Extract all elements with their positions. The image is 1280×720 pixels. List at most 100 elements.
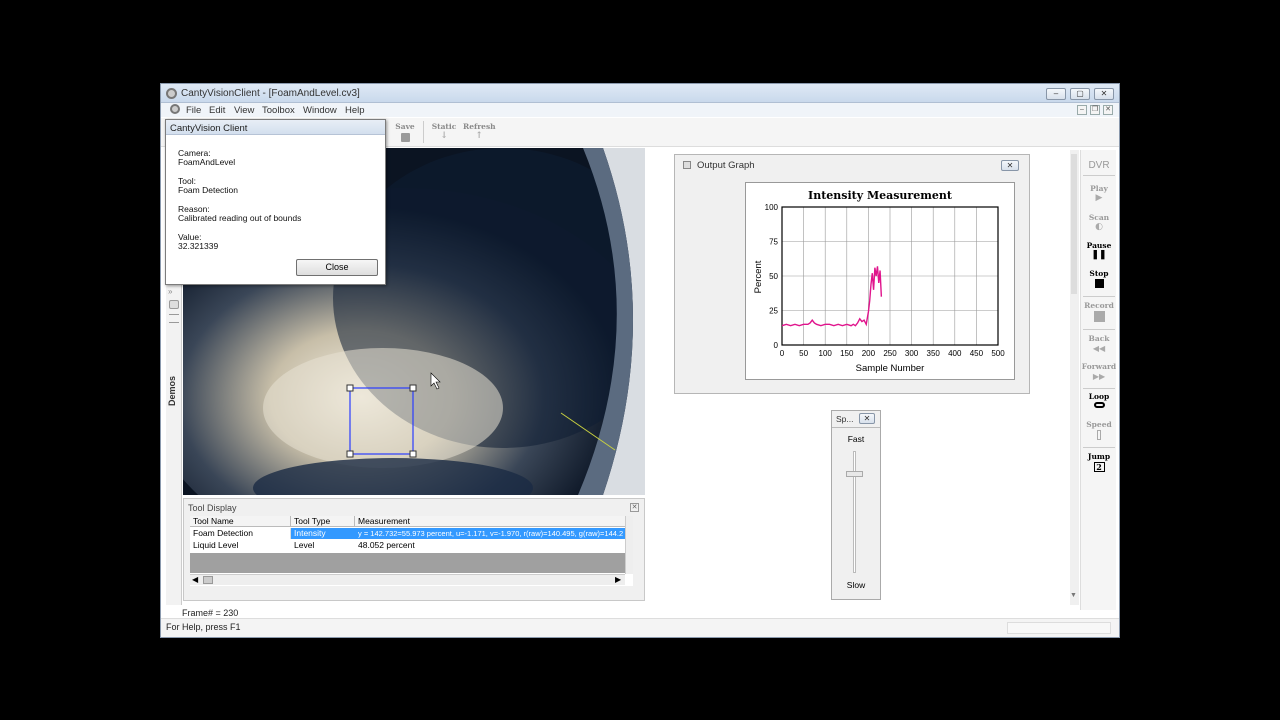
jump-label: Jump [1087, 452, 1111, 461]
pause-icon: ❚❚ [1091, 250, 1107, 260]
jump-button[interactable]: Jump 2 [1081, 452, 1117, 472]
close-icon[interactable]: ✕ [1094, 88, 1114, 100]
back-button[interactable]: Back ◀◀ [1081, 334, 1117, 353]
title-bar: CantyVisionClient - [FoamAndLevel.cv3] –… [161, 84, 1119, 103]
loop-label: Loop [1088, 392, 1110, 401]
scroll-right-icon[interactable]: ▶ [615, 575, 621, 584]
window-title: CantyVisionClient - [FoamAndLevel.cv3] [181, 88, 360, 99]
scan-button[interactable]: Scan ◐ [1081, 213, 1117, 232]
series-line [781, 266, 883, 327]
stop-icon [1094, 279, 1104, 288]
output-graph-title: Output Graph [697, 160, 755, 171]
stop-button[interactable]: Stop [1081, 269, 1117, 288]
grid-vscroll[interactable] [625, 516, 633, 574]
scroll-left-icon[interactable]: ◀ [192, 575, 198, 584]
speed-title: Sp... [836, 414, 854, 424]
tool-value: Foam Detection [178, 185, 238, 195]
scroll-thumb[interactable] [203, 576, 213, 584]
play-icon: ▶ [1095, 193, 1103, 203]
minimize-icon[interactable]: – [1046, 88, 1066, 100]
jump-value: 2 [1093, 462, 1105, 472]
play-button[interactable]: Play ▶ [1081, 184, 1117, 203]
x-tick-label: 50 [799, 349, 808, 358]
scan-icon: ◐ [1095, 222, 1103, 232]
menu-window[interactable]: Window [303, 105, 337, 116]
app-icon [166, 88, 177, 99]
x-tick-label: 300 [905, 349, 919, 358]
speed-close-icon[interactable]: ✕ [859, 413, 875, 424]
panel-close-icon[interactable]: ✕ [630, 503, 639, 512]
dvr-divider-5 [1083, 447, 1115, 448]
x-tick-label: 150 [840, 349, 854, 358]
record-button[interactable]: Record [1081, 301, 1117, 322]
list-icon[interactable] [169, 314, 179, 323]
menu-edit[interactable]: Edit [209, 105, 225, 116]
menu-view[interactable]: View [234, 105, 254, 116]
back-label: Back [1088, 334, 1110, 343]
row-foam-measurement[interactable]: y = 142.732=55.973 percent, u=-1.171, v=… [355, 528, 625, 539]
static-button[interactable]: Static ↓ [430, 122, 458, 141]
slow-label: Slow [846, 580, 866, 590]
col-tool-type[interactable]: Tool Type [291, 516, 355, 527]
col-measurement[interactable]: Measurement [355, 516, 633, 527]
main-vscroll[interactable]: ▼ [1070, 150, 1079, 605]
record-icon [1093, 311, 1105, 322]
status-text: For Help, press F1 [166, 622, 241, 632]
mdi-minimize-icon[interactable]: – [1077, 105, 1087, 115]
arrow-down-icon: ↓ [440, 131, 448, 141]
reason-value: Calibrated reading out of bounds [178, 213, 302, 223]
grid-empty-area [190, 553, 625, 573]
row-level-type[interactable]: Level [291, 540, 355, 551]
mdi-restore-icon[interactable]: ❐ [1090, 105, 1100, 115]
y-tick-label: 100 [765, 203, 779, 212]
left-tool-strip: » [166, 285, 182, 605]
col-tool-name[interactable]: Tool Name [190, 516, 291, 527]
loop-icon [1093, 402, 1105, 408]
rewind-icon: ◀◀ [1092, 343, 1106, 353]
camera-icon[interactable] [169, 300, 179, 309]
refresh-button[interactable]: Refresh ↑ [463, 122, 496, 141]
speed-icon [1097, 430, 1101, 440]
loop-button[interactable]: Loop [1081, 392, 1117, 408]
row-foam-type[interactable]: Intensity [291, 528, 355, 539]
save-button[interactable]: Save [393, 122, 417, 142]
dvr-panel: DVR Play ▶ Scan ◐ Pause ❚❚ Stop Record Back… [1080, 150, 1116, 610]
close-button[interactable]: Close [296, 259, 378, 276]
speed-track[interactable] [853, 451, 856, 573]
speed-slider-thumb[interactable] [846, 471, 863, 477]
dvr-divider [1083, 175, 1115, 176]
value-value: 32.321339 [178, 241, 219, 251]
menu-help[interactable]: Help [345, 105, 365, 116]
pause-label: Pause [1086, 241, 1112, 250]
mdi-close-icon[interactable]: ✕ [1103, 105, 1113, 115]
grid-hscroll[interactable]: ◀ ▶ [190, 574, 625, 585]
dvr-divider-3 [1083, 329, 1115, 330]
row-level-name[interactable]: Liquid Level [190, 540, 291, 551]
arrow-up-icon: ↑ [475, 131, 483, 141]
scroll-down-icon[interactable]: ▼ [1070, 592, 1077, 599]
graph-close-icon[interactable]: ✕ [1001, 160, 1019, 171]
speed-button[interactable]: Speed [1081, 420, 1117, 440]
static-label: Static [431, 122, 457, 131]
menu-toolbox[interactable]: Toolbox [262, 105, 295, 116]
dvr-title: DVR [1088, 160, 1110, 171]
forward-button[interactable]: Forward ▶▶ [1081, 362, 1117, 381]
demos-tab[interactable]: Demos [167, 376, 179, 406]
pause-button[interactable]: Pause ❚❚ [1081, 241, 1117, 260]
main-scroll-thumb[interactable] [1071, 154, 1077, 294]
play-label: Play [1090, 184, 1108, 193]
menu-file[interactable]: File [186, 105, 201, 116]
double-arrow-icon[interactable]: » [168, 287, 172, 296]
x-axis-label: Sample Number [856, 363, 925, 374]
mdi-doc-icon[interactable] [170, 104, 180, 114]
status-bar [161, 618, 1119, 637]
y-tick-label: 50 [769, 272, 778, 281]
toolbar-divider [423, 121, 424, 143]
menu-bar: File Edit View Toolbox Window Help – ❐ ✕ [161, 103, 1119, 117]
maximize-icon[interactable]: ▢ [1070, 88, 1090, 100]
x-tick-label: 0 [780, 349, 785, 358]
row-foam-name[interactable]: Foam Detection [190, 528, 291, 539]
chart-title: Intensity Measurement [808, 189, 953, 202]
y-axis-label: Percent [753, 260, 764, 293]
row-level-measurement[interactable]: 48.052 percent [355, 540, 625, 551]
